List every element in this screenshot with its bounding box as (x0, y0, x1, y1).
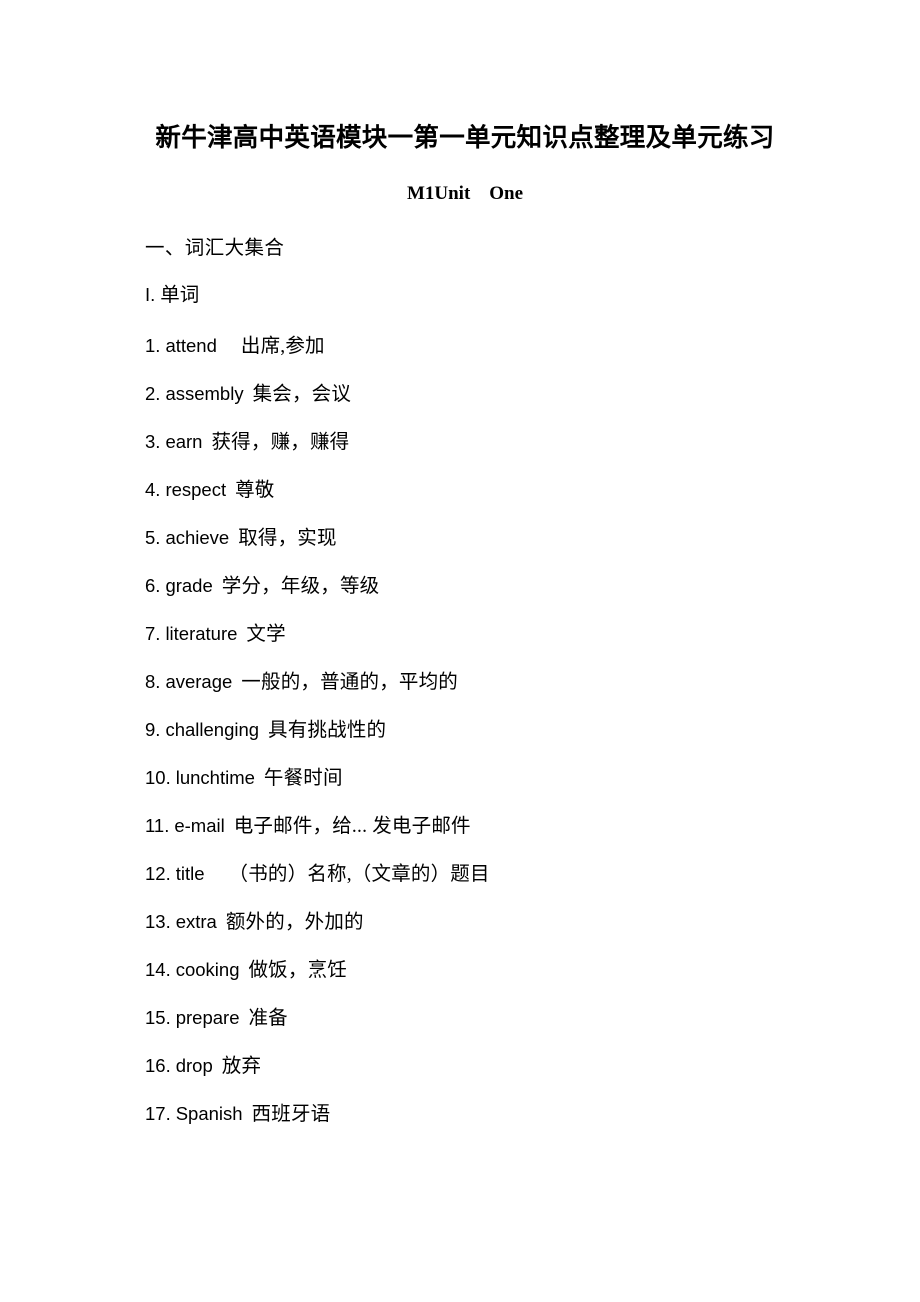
vocabulary-entry-word: lunchtime (175, 767, 255, 789)
vocabulary-entry-word: prepare (175, 1007, 240, 1029)
vocabulary-entry: 14. cooking 做饭，烹饪 (145, 946, 785, 994)
vocabulary-entry: 9. challenging 具有挑战性的 (145, 706, 785, 754)
vocabulary-entry-word: respect (165, 479, 227, 501)
vocabulary-entry-word: achieve (165, 527, 230, 549)
vocabulary-entry-number: 3. (145, 431, 161, 453)
vocabulary-entry-gloss: 电子邮件，给... 发电子邮件 (233, 816, 471, 838)
vocabulary-entry-word: title (175, 863, 205, 885)
vocabulary-entry: 2. assembly 集会，会议 (145, 370, 785, 418)
vocabulary-entry-gloss: 一般的，普通的，平均的 (241, 672, 458, 694)
vocabulary-entry-gloss: 获得，赚，赚得 (211, 432, 350, 454)
vocabulary-entry-number: 6. (145, 575, 161, 597)
vocabulary-entry-gloss: 做饭，烹饪 (248, 960, 347, 982)
page-title: 新牛津高中英语模块一第一单元知识点整理及单元练习 (155, 123, 775, 152)
vocabulary-entry: 13. extra 额外的，外加的 (145, 898, 785, 946)
vocabulary-entry-gloss: 午餐时间 (263, 768, 343, 790)
vocabulary-entry-word: grade (165, 575, 213, 597)
vocabulary-entry-gloss: 集会，会议 (252, 384, 352, 406)
vocabulary-entry-number: 1. (145, 335, 161, 357)
vocabulary-entry-number: 17. (145, 1103, 171, 1125)
vocabulary-entry-word: drop (175, 1055, 213, 1077)
vocabulary-entry-word: average (165, 671, 233, 693)
vocabulary-entry-word: attend (165, 335, 217, 357)
document-content-column: 新牛津高中英语模块一第一单元知识点整理及单元练习 M1Unit One 一、词汇… (145, 0, 785, 1138)
vocabulary-entry-number: 12. (145, 863, 171, 885)
vocabulary-list: 1. attend 出席,参加 2. assembly 集会，会议 3. earn 获得，赚，赚… (145, 307, 785, 1138)
vocabulary-entry: 8. average 一般的，普通的，平均的 (145, 658, 785, 706)
vocabulary-entry-word: extra (175, 911, 217, 933)
vocabulary-entry: 16. drop 放弃 (145, 1042, 785, 1090)
vocabulary-entry-gloss: 额外的，外加的 (225, 912, 364, 934)
vocabulary-entry-number: 7. (145, 623, 161, 645)
subsection-label: 单词 (160, 285, 200, 307)
vocabulary-entry-gloss: 文学 (246, 624, 286, 646)
vocabulary-entry: 10. lunchtime 午餐时间 (145, 754, 785, 802)
document-page: 新牛津高中英语模块一第一单元知识点整理及单元练习 M1Unit One 一、词汇… (0, 0, 920, 1302)
vocabulary-entry-gloss: 出席,参加 (240, 336, 325, 358)
vocabulary-entry-number: 14. (145, 959, 171, 981)
vocabulary-entry: 4. respect 尊敬 (145, 466, 785, 514)
vocabulary-entry: 11. e-mail 电子邮件，给... 发电子邮件 (145, 802, 785, 850)
vocabulary-entry-gloss: 放弃 (221, 1056, 262, 1078)
vocabulary-entry: 3. earn 获得，赚，赚得 (145, 418, 785, 466)
vocabulary-entry-number: 15. (145, 1007, 171, 1029)
vocabulary-entry-number: 8. (145, 671, 161, 693)
vocabulary-entry: 5. achieve 取得，实现 (145, 514, 785, 562)
vocabulary-entry: 6. grade 学分，年级，等级 (145, 562, 785, 610)
vocabulary-entry-word: challenging (165, 719, 260, 741)
vocabulary-entry-gloss: 准备 (248, 1008, 288, 1030)
subsection-heading-words: I. 单词 (145, 260, 785, 307)
vocabulary-entry-gloss: 学分，年级，等级 (221, 576, 380, 598)
vocabulary-entry-word: literature (165, 623, 238, 645)
vocabulary-entry: 1. attend 出席,参加 (145, 322, 785, 370)
vocabulary-entry-gloss: （书的）名称,（文章的）题目 (228, 864, 490, 886)
vocabulary-entry-number: 2. (145, 383, 161, 405)
vocabulary-entry-number: 9. (145, 719, 161, 741)
vocabulary-entry: 15. prepare 准备 (145, 994, 785, 1042)
vocabulary-entry-gloss: 具有挑战性的 (268, 720, 387, 742)
vocabulary-entry-number: 16. (145, 1055, 171, 1077)
section-heading-vocabulary: 一、词汇大集合 (145, 237, 285, 259)
subsection-marker: I. (145, 284, 156, 306)
vocabulary-entry-number: 13. (145, 911, 171, 933)
unit-subtitle: M1Unit One (406, 182, 524, 204)
vocabulary-entry: 12. title （书的）名称,（文章的）题目 (145, 850, 785, 898)
vocabulary-entry-word: cooking (175, 959, 240, 981)
vocabulary-entry-number: 5. (145, 527, 161, 549)
vocabulary-entry-number: 10. (145, 767, 171, 789)
vocabulary-entry-word: Spanish (175, 1103, 243, 1125)
vocabulary-entry-word: assembly (165, 383, 244, 405)
vocabulary-entry-gloss: 取得，实现 (238, 528, 337, 550)
vocabulary-entry: 17. Spanish 西班牙语 (145, 1090, 785, 1138)
vocabulary-entry-gloss: 尊敬 (235, 480, 275, 502)
vocabulary-entry-word: earn (165, 431, 203, 453)
vocabulary-entry-number: 11. (145, 815, 170, 837)
vocabulary-entry-gloss: 西班牙语 (251, 1104, 331, 1126)
vocabulary-entry-number: 4. (145, 479, 161, 501)
vocabulary-entry-word: e-mail (174, 815, 225, 837)
vocabulary-entry: 7. literature 文学 (145, 610, 785, 658)
